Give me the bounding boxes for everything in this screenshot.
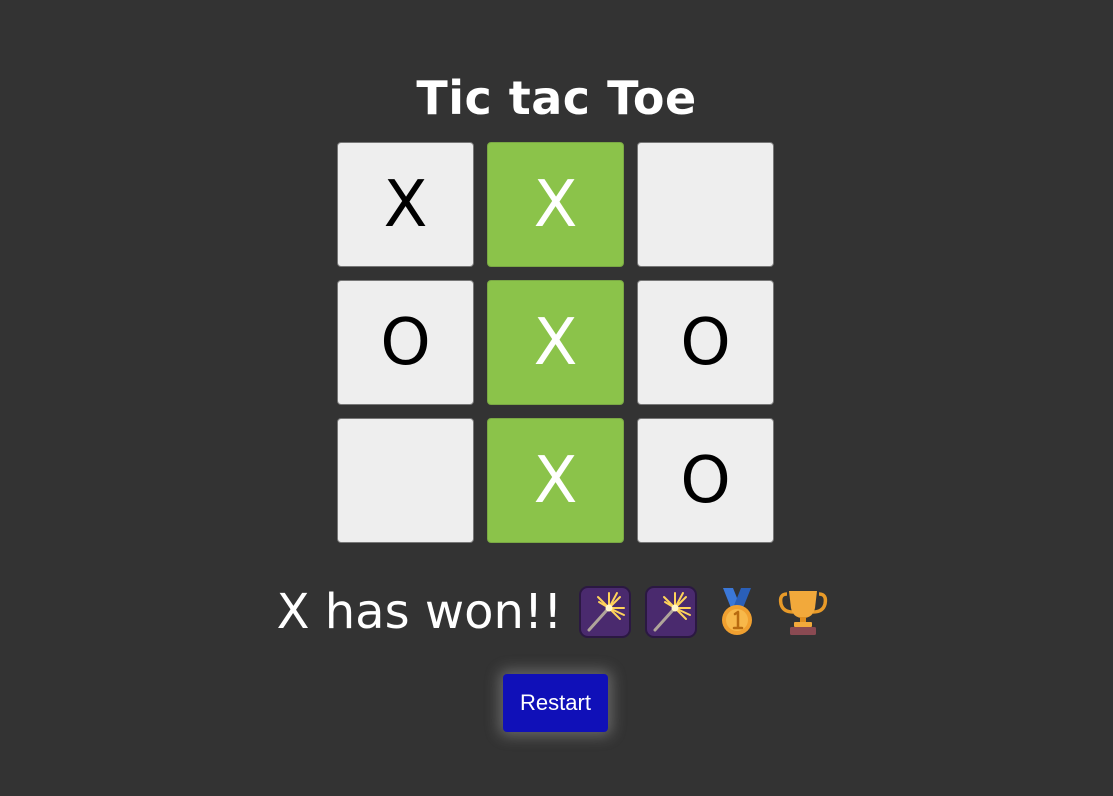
trophy-icon xyxy=(777,586,829,638)
board-cell-9[interactable]: O xyxy=(637,418,774,543)
restart-button[interactable]: Restart xyxy=(503,674,608,732)
board-cell-4[interactable]: O xyxy=(337,280,474,405)
board-cell-7[interactable] xyxy=(337,418,474,543)
game-board: X X O X O X O xyxy=(337,142,774,543)
board-cell-1[interactable]: X xyxy=(337,142,474,267)
board-cell-6[interactable]: O xyxy=(637,280,774,405)
status-message: X has won!! xyxy=(276,584,563,640)
board-cell-2[interactable]: X xyxy=(487,142,624,267)
game-page: Tic tac Toe X X O X O X O X has won!! Re… xyxy=(0,0,1113,796)
page-title: Tic tac Toe xyxy=(416,71,697,125)
sparkler-icon xyxy=(579,586,632,638)
game-status: X has won!! xyxy=(0,580,1113,644)
board-cell-3[interactable] xyxy=(637,142,774,267)
sparkler-icon xyxy=(645,586,698,638)
board-cell-8[interactable]: X xyxy=(487,418,624,543)
board-cell-5[interactable]: X xyxy=(487,280,624,405)
first-place-medal-icon xyxy=(711,586,763,638)
